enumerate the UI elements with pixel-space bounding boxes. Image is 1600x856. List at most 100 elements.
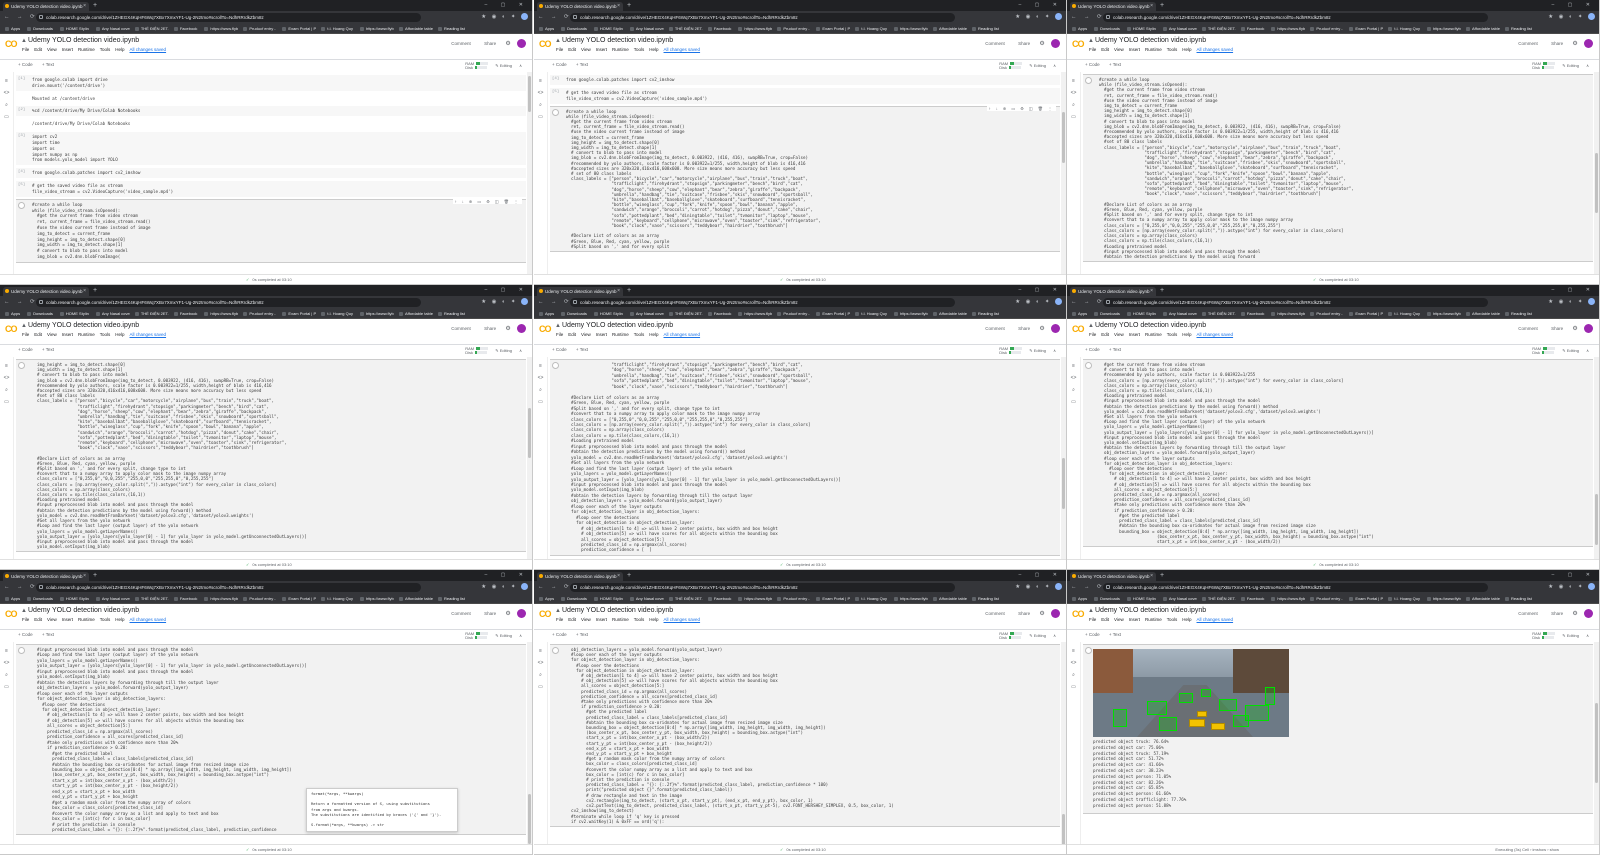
menu-runtime[interactable]: Runtime: [1145, 332, 1162, 337]
menu-edit[interactable]: Edit: [1101, 47, 1109, 52]
url-input[interactable]: colab.research.google.com/drive/1ZHEGX4K…: [570, 298, 955, 307]
saved-status[interactable]: All changes saved: [1197, 617, 1234, 622]
bookmark-item[interactable]: Pruducf entry - PTV...: [241, 596, 277, 601]
extension-icons[interactable]: ★ ◉ ◐ ✦: [1015, 583, 1062, 590]
menu-edit[interactable]: Edit: [1101, 332, 1109, 337]
extensions-text[interactable]: ★ ◉ ◐ ✦: [1548, 299, 1584, 305]
window-controls[interactable]: – ▢ ✕: [1019, 1, 1063, 9]
share-button[interactable]: Share: [1551, 41, 1563, 46]
search-icon[interactable]: ⌕: [1067, 672, 1080, 678]
toc-icon[interactable]: ≡: [0, 363, 13, 369]
window-controls[interactable]: – ▢ ✕: [1552, 286, 1596, 294]
bookmark-item[interactable]: Apps: [537, 26, 556, 31]
bookmark-item[interactable]: HOME Stylin: [592, 311, 625, 316]
notebook-title[interactable]: Udemy YOLO detection video.ipynb: [1095, 322, 1206, 329]
bookmark-item[interactable]: Apps: [1070, 596, 1089, 601]
notebook-title[interactable]: Udemy YOLO detection video.ipynb: [562, 607, 673, 614]
extension-icons[interactable]: ★ ◉ ◐ ✦: [1015, 13, 1062, 20]
browser-tab[interactable]: Udemy YOLO detection video.ipynb ×: [1070, 287, 1156, 296]
collapse-icon[interactable]: ∧: [1053, 63, 1056, 68]
bookmark-item[interactable]: t.l. Hoang Quy: [319, 311, 355, 316]
add-code-button[interactable]: + Code: [1085, 632, 1100, 637]
colab-logo[interactable]: CO: [539, 39, 551, 49]
scrollbar-thumb[interactable]: [1062, 458, 1065, 509]
window-controls[interactable]: – ▢ ✕: [485, 571, 529, 579]
add-code-button[interactable]: + Code: [1085, 347, 1100, 352]
url-input[interactable]: colab.research.google.com/drive/1ZHEGX4K…: [1103, 583, 1488, 592]
new-tab-button[interactable]: +: [627, 1, 631, 10]
gear-icon[interactable]: ⚙: [1039, 40, 1044, 47]
menu-file[interactable]: File: [1089, 332, 1096, 337]
code-snippets-icon[interactable]: <>: [0, 660, 13, 666]
bookmark-item[interactable]: Pruducf entry - PTV...: [241, 311, 277, 316]
add-code-button[interactable]: + Code: [18, 632, 33, 637]
bookmark-item[interactable]: https://www.flyboyc...: [202, 311, 238, 316]
share-button[interactable]: Share: [1551, 326, 1563, 331]
scrollbar[interactable]: [1061, 72, 1066, 274]
new-tab-button[interactable]: +: [93, 571, 97, 580]
avatar[interactable]: [1584, 39, 1593, 48]
editing-mode-button[interactable]: ✎ Editing: [495, 63, 512, 68]
avatar[interactable]: [517, 39, 526, 48]
add-code-button[interactable]: + Code: [552, 62, 567, 67]
code-editor[interactable]: import cv2 import time import os import …: [32, 134, 526, 163]
bookmark-item[interactable]: HOME Stylin: [58, 311, 91, 316]
collapse-icon[interactable]: ∧: [1586, 633, 1589, 638]
files-icon[interactable]: ▭: [0, 114, 13, 120]
resource-monitor[interactable]: RAM Disk: [465, 632, 489, 640]
window-controls[interactable]: – ▢ ✕: [1019, 286, 1063, 294]
code-cell[interactable]: "trafficlight","firehydrant","stopsign",…: [550, 360, 1060, 555]
extensions-text[interactable]: ★ ◉ ◐ ✦: [481, 299, 517, 305]
editing-mode-button[interactable]: ✎ Editing: [495, 348, 512, 353]
code-editor[interactable]: #create a while loop while (file_video_s…: [32, 202, 526, 260]
scrollbar[interactable]: [527, 642, 532, 844]
editing-mode-button[interactable]: ✎ Editing: [1562, 633, 1579, 638]
comment-button[interactable]: Comment: [451, 611, 471, 616]
code-cell[interactable]: ↑ ↓ ⊕ ▭ ⚙ ◫ 🗑 ⋮ #create a while loop whil…: [550, 105, 1060, 252]
resource-monitor[interactable]: RAM Disk: [465, 62, 489, 70]
files-icon[interactable]: ▭: [0, 399, 13, 405]
bookmark-item[interactable]: Facebook: [706, 311, 734, 316]
bookmark-item[interactable]: Affordable table b...: [931, 596, 967, 601]
files-icon[interactable]: ▭: [534, 114, 547, 120]
share-button[interactable]: Share: [1551, 611, 1563, 616]
add-code-button[interactable]: + Code: [1085, 62, 1100, 67]
avatar[interactable]: [517, 609, 526, 618]
bookmark-item[interactable]: Any Nasal cover: [628, 26, 664, 31]
gear-icon[interactable]: ⚙: [1039, 325, 1044, 332]
toc-icon[interactable]: ≡: [534, 78, 547, 84]
add-text-button[interactable]: + Text: [576, 347, 588, 352]
code-cell[interactable]: #create a while loop while (file_video_s…: [1083, 75, 1593, 262]
menu-edit[interactable]: Edit: [34, 617, 42, 622]
bookmark-item[interactable]: THỂ ĐIỆN 2ET...: [133, 26, 169, 31]
add-text-button[interactable]: + Text: [576, 62, 588, 67]
bookmark-item[interactable]: https://www.flyboyc...: [358, 596, 394, 601]
menu-edit[interactable]: Edit: [568, 617, 576, 622]
bookmark-item[interactable]: Pruducf entry - PTV...: [1308, 596, 1344, 601]
menu-tools[interactable]: Tools: [100, 617, 111, 622]
bookmark-item[interactable]: Reading list: [970, 596, 1001, 601]
scrollbar[interactable]: [1061, 642, 1066, 854]
code-cell[interactable]: obj_detection_layers = yolo_model.forwar…: [550, 645, 1060, 826]
bookmark-item[interactable]: https://www.flyboyc...: [1269, 26, 1305, 31]
editing-mode-button[interactable]: ✎ Editing: [1029, 63, 1046, 68]
drive-icon[interactable]: ▲: [555, 38, 561, 44]
collapse-icon[interactable]: ∧: [519, 348, 522, 353]
menu-insert[interactable]: Insert: [1129, 617, 1140, 622]
add-text-button[interactable]: + Text: [42, 347, 54, 352]
bookmark-item[interactable]: THỂ ĐIỆN 2ET...: [1200, 596, 1236, 601]
notebook-title[interactable]: Udemy YOLO detection video.ipynb: [28, 322, 139, 329]
menu-help[interactable]: Help: [115, 47, 124, 52]
notebook-title[interactable]: Udemy YOLO detection video.ipynb: [1095, 37, 1206, 44]
menu-help[interactable]: Help: [1182, 617, 1191, 622]
window-controls[interactable]: – ▢ ✕: [485, 1, 529, 9]
search-icon[interactable]: ⌕: [0, 672, 13, 678]
navigation-icons[interactable]: ← → ⟳: [4, 299, 38, 305]
menu-view[interactable]: View: [581, 617, 591, 622]
bookmark-item[interactable]: t.l. Hoang Quy: [1386, 596, 1422, 601]
scrollbar-thumb[interactable]: [1595, 494, 1598, 545]
menu-view[interactable]: View: [47, 617, 57, 622]
bookmark-item[interactable]: https://www.flyboyc...: [1425, 26, 1461, 31]
menu-help[interactable]: Help: [649, 332, 658, 337]
colab-logo[interactable]: CO: [1072, 39, 1084, 49]
